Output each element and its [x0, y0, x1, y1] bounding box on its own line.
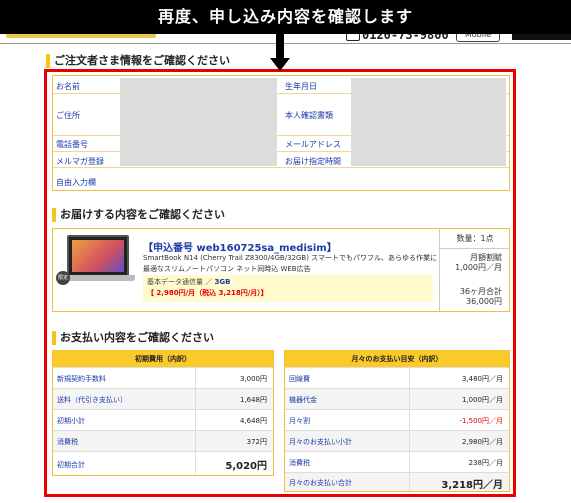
row-label: 初期合計 — [57, 461, 85, 469]
customer-info-table: お名前 ご住所 電話番号 メルマガ登録 自由入力欄 生年月日 本人確認書類 メー… — [52, 75, 510, 191]
order-number: 【申込番号 web160725sa_medisim】 — [143, 243, 337, 254]
label-name: お名前 — [56, 82, 80, 91]
column-divider — [195, 431, 196, 451]
row-value: 3,000円 — [239, 375, 267, 383]
row-label: 消費税 — [57, 438, 78, 446]
row-label: 月々のお支払い合計 — [289, 479, 352, 487]
row-value: 5,020円 — [225, 461, 267, 472]
product-description: SmartBook N14 (Cherry Trail Z8300/4GB/32… — [143, 254, 437, 273]
column-divider — [409, 431, 410, 451]
data-plan-value: 3GB — [214, 278, 231, 286]
monthly-costs-header: 月々のお支払い目安（内訳） — [285, 351, 509, 367]
table-row: 初期合計 5,020円 — [53, 451, 273, 475]
table-row — [53, 168, 509, 190]
table-row: 月々のお支払い小計 2,980円／月 — [285, 430, 509, 451]
column-divider — [409, 368, 410, 388]
phone-icon — [346, 34, 360, 41]
label-free-input: 自由入力欄 — [56, 178, 96, 187]
row-value: 238円／月 — [468, 459, 503, 467]
table-row: 消費税 238円／月 — [285, 451, 509, 472]
row-label: 月々のお支払い小計 — [289, 438, 352, 446]
column-divider — [195, 452, 196, 475]
site-logo — [6, 34, 156, 38]
row-label: 送料（代引き支払い） — [57, 396, 127, 404]
down-arrow-head-icon — [270, 58, 290, 71]
data-plan-prefix: 基本データ通信量 ／ — [147, 278, 213, 286]
header-chip[interactable]: Mobile Online — [456, 34, 500, 43]
column-divider — [409, 389, 410, 409]
monthly-costs-table: 月々のお支払い目安（内訳） 回線費 3,480円／月 機器代金 1,000円／月… — [284, 350, 510, 492]
row-label: 消費税 — [289, 459, 310, 467]
plan-price: 【 2,980円/月（税込 3,218円/月）】 — [147, 289, 268, 297]
label-email: メールアドレス — [285, 140, 341, 149]
label-newsletter: メルマガ登録 — [56, 157, 104, 166]
table-row: 回線費 3,480円／月 — [285, 367, 509, 388]
laptop-screen — [67, 235, 129, 277]
row-value: 372円 — [246, 438, 267, 446]
phone-number: 0120-73-9800 — [346, 34, 449, 42]
column-divider — [409, 452, 410, 472]
table-row: 消費税 372円 — [53, 430, 273, 451]
data-plan-line: 基本データ通信量 ／ 3GB — [147, 277, 429, 288]
label-address: ご住所 — [56, 111, 80, 120]
plan-info-box: 基本データ通信量 ／ 3GB 【 2,980円/月（税込 3,218円/月）】 — [143, 275, 433, 302]
table-row: 送料（代引き支払い） 1,648円 — [53, 388, 273, 409]
column-divider — [409, 473, 410, 491]
row-label: 初期小計 — [57, 417, 85, 425]
header-dark-block — [512, 34, 571, 40]
row-value: 1,000円／月 — [461, 396, 503, 404]
total-value: 36,000円 — [466, 297, 502, 306]
redacted-customer-right — [351, 78, 506, 166]
row-value: 2,980円／月 — [461, 438, 503, 446]
label-delivery-time: お届け指定時間 — [285, 157, 341, 166]
redacted-customer-left — [120, 78, 277, 166]
quantity: 数量：1点 — [440, 233, 510, 249]
order-section-title: お届けする内容をご確認ください — [52, 208, 225, 222]
label-birthdate: 生年月日 — [285, 82, 317, 91]
row-label: 月々割 — [289, 417, 310, 425]
phone-number-text: 0120-73-9800 — [362, 34, 449, 42]
down-arrow-icon — [276, 34, 284, 60]
column-divider — [195, 389, 196, 409]
instruction-banner: 再度、申し込み内容を確認します — [0, 0, 571, 34]
label-phone: 電話番号 — [56, 140, 88, 149]
row-value: 4,648円 — [239, 417, 267, 425]
row-value: 3,480円／月 — [461, 375, 503, 383]
initial-costs-header: 初期費用（内訳） — [53, 351, 273, 367]
column-divider — [195, 410, 196, 430]
row-value: -1,500円／月 — [459, 417, 503, 425]
customer-section-title: ご注文者さま情報をご確認ください — [46, 54, 230, 68]
special-badge: 限定特典 — [56, 271, 70, 295]
table-row: 初期小計 4,648円 — [53, 409, 273, 430]
row-label: 機器代金 — [289, 396, 317, 404]
row-label: 新規契約手数料 — [57, 375, 106, 383]
row-value: 1,648円 — [239, 396, 267, 404]
order-summary-column: 数量：1点 月額割賦 1,000円／月 36ヶ月合計 36,000円 — [439, 229, 510, 311]
monthly-installment-value: 1,000円／月 — [455, 263, 502, 272]
row-label: 回線費 — [289, 375, 310, 383]
order-item-box: 限定特典 【申込番号 web160725sa_medisim】 SmartBoo… — [52, 228, 510, 312]
label-id-document: 本人確認書類 — [285, 111, 333, 120]
row-value: 3,218円／月 — [441, 480, 503, 491]
site-header: 0120-73-9800 Mobile Online — [0, 34, 571, 44]
table-row: 月々割 -1,500円／月 — [285, 409, 509, 430]
table-row: 月々のお支払い合計 3,218円／月 — [285, 472, 509, 491]
column-divider — [409, 410, 410, 430]
column-divider — [195, 368, 196, 388]
table-row: 新規契約手数料 3,000円 — [53, 367, 273, 388]
payment-section-title: お支払い内容をご確認ください — [52, 331, 214, 345]
table-row: 機器代金 1,000円／月 — [285, 388, 509, 409]
initial-costs-table: 初期費用（内訳） 新規契約手数料 3,000円 送料（代引き支払い） 1,648… — [52, 350, 274, 476]
